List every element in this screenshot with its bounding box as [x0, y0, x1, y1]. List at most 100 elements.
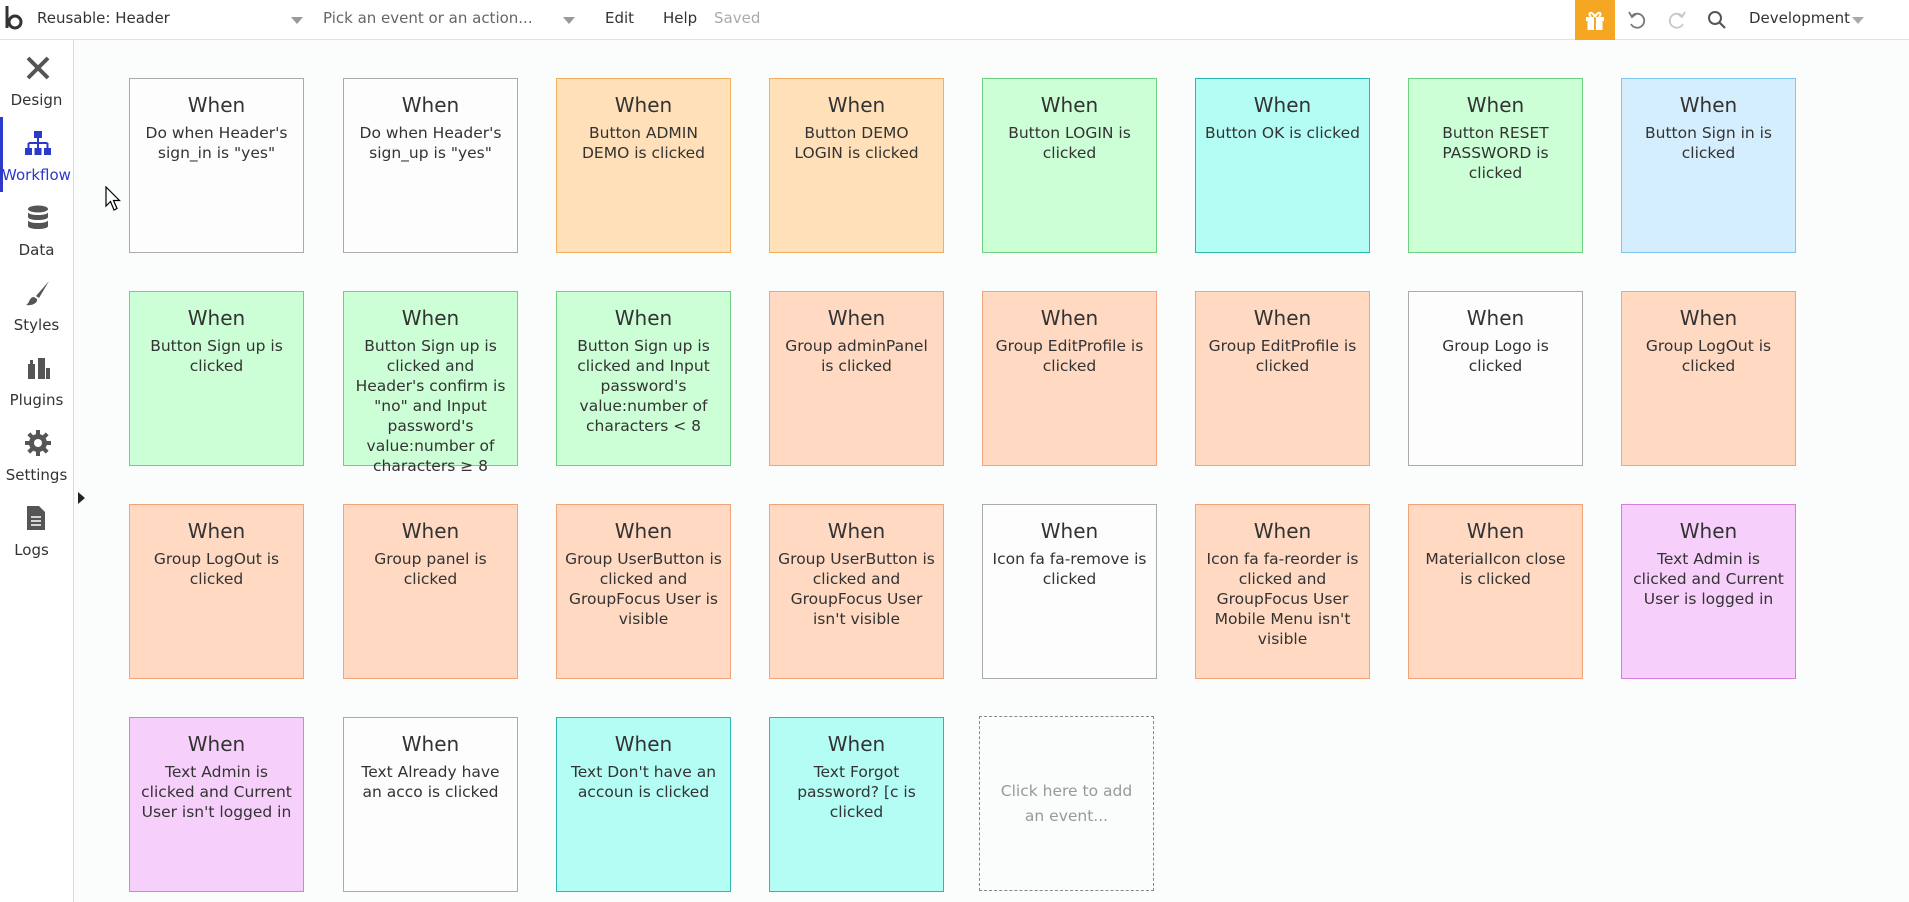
event-when-label: When: [1040, 519, 1099, 543]
event-when-label: When: [401, 306, 460, 330]
event-card[interactable]: When Button Sign up is clicked: [129, 291, 304, 466]
saved-status: Saved: [714, 9, 761, 27]
event-trigger-text: Icon fa fa-remove is clicked: [992, 550, 1147, 588]
event-when-label: When: [187, 732, 246, 756]
expand-panel-arrow-icon[interactable]: [78, 492, 85, 504]
event-card[interactable]: When Button LOGIN is clicked: [982, 78, 1157, 253]
sidebar-item-label: Settings: [5, 466, 68, 484]
sidebar-item-settings[interactable]: Settings: [0, 417, 73, 492]
event-when-label: When: [827, 732, 886, 756]
event-card[interactable]: When Button Sign in is clicked: [1621, 78, 1796, 253]
event-when-label: When: [401, 519, 460, 543]
search-icon[interactable]: [1706, 9, 1728, 31]
event-trigger-text: Button Sign up is clicked: [150, 337, 283, 375]
event-card[interactable]: When Button Sign up is clicked and Input …: [556, 291, 731, 466]
event-when-label: When: [614, 306, 673, 330]
event-when-label: When: [1466, 306, 1525, 330]
event-card[interactable]: When Button Sign up is clicked and Header…: [343, 291, 518, 475]
event-when-label: When: [187, 93, 246, 117]
redo-icon[interactable]: [1666, 9, 1688, 31]
sidebar-item-label: Design: [10, 91, 63, 109]
event-trigger-text: Group UserButton is clicked and GroupFoc…: [778, 550, 935, 628]
event-trigger-text: Button DEMO LOGIN is clicked: [794, 124, 919, 162]
sidebar-item-label: Workflow: [2, 166, 71, 184]
event-card[interactable]: When Text Forgot password? [c is clicked: [769, 717, 944, 892]
event-when-label: When: [401, 93, 460, 117]
event-when-label: When: [614, 732, 673, 756]
event-when-label: When: [1253, 306, 1312, 330]
event-trigger-text: Button Sign up is clicked and Input pass…: [577, 337, 710, 435]
left-sidebar: Design Workflow Data Styles Plugins Sett…: [0, 40, 74, 902]
design-icon: [26, 56, 50, 80]
event-card[interactable]: When Do when Header's sign_in is "yes": [129, 78, 304, 253]
event-trigger-text: Group EditProfile is clicked: [1208, 337, 1357, 375]
event-card[interactable]: When Icon fa fa-remove is clicked: [982, 504, 1157, 679]
event-when-label: When: [1679, 306, 1738, 330]
event-trigger-text: Group EditProfile is clicked: [995, 337, 1144, 375]
event-trigger-text: Group panel is clicked: [374, 550, 487, 588]
event-card[interactable]: When Group LogOut is clicked: [1621, 291, 1796, 466]
event-card[interactable]: When Group EditProfile is clicked: [982, 291, 1157, 466]
page-dropdown-chevron-down-icon[interactable]: [291, 17, 303, 24]
document-icon: [27, 506, 45, 530]
event-card[interactable]: When MaterialIcon close is clicked: [1408, 504, 1583, 679]
event-when-label: When: [614, 519, 673, 543]
event-card[interactable]: When Button DEMO LOGIN is clicked: [769, 78, 944, 253]
sidebar-item-plugins[interactable]: Plugins: [0, 342, 73, 417]
event-trigger-text: Group LogOut is clicked: [153, 550, 280, 588]
event-trigger-text: Do when Header's sign_in is "yes": [145, 124, 288, 162]
event-card[interactable]: When Group UserButton is clicked and Grou…: [769, 504, 944, 679]
event-card[interactable]: When Group panel is clicked: [343, 504, 518, 679]
event-when-label: When: [1679, 519, 1738, 543]
sidebar-item-label: Plugins: [9, 391, 64, 409]
event-card[interactable]: When Group adminPanel is clicked: [769, 291, 944, 466]
event-when-label: When: [187, 519, 246, 543]
sidebar-item-label: Styles: [13, 316, 60, 334]
event-trigger-text: Group LogOut is clicked: [1645, 337, 1772, 375]
event-card[interactable]: When Button OK is clicked: [1195, 78, 1370, 253]
page-selector-dropdown[interactable]: Reusable: Header: [37, 9, 170, 27]
event-card[interactable]: When Group EditProfile is clicked: [1195, 291, 1370, 466]
event-when-label: When: [614, 93, 673, 117]
event-card[interactable]: When Button ADMIN DEMO is clicked: [556, 78, 731, 253]
event-when-label: When: [827, 519, 886, 543]
edit-menu[interactable]: Edit: [605, 9, 634, 27]
help-menu[interactable]: Help: [663, 9, 697, 27]
sidebar-item-workflow[interactable]: Workflow: [0, 117, 73, 192]
event-when-label: When: [401, 732, 460, 756]
add-event-card[interactable]: Click here to add an event...: [979, 716, 1154, 891]
workflow-icon: [25, 131, 51, 155]
event-card[interactable]: When Text Don't have an accoun is clicked: [556, 717, 731, 892]
event-card[interactable]: When Group UserButton is clicked and Grou…: [556, 504, 731, 679]
event-trigger-text: Do when Header's sign_up is "yes": [359, 124, 502, 162]
sidebar-item-label: Logs: [14, 541, 49, 559]
event-when-label: When: [187, 306, 246, 330]
event-card[interactable]: When Group Logo is clicked: [1408, 291, 1583, 466]
event-card[interactable]: When Do when Header's sign_up is "yes": [343, 78, 518, 253]
event-trigger-text: Text Admin is clicked and Current User i…: [141, 763, 292, 821]
gear-icon: [25, 430, 51, 456]
environment-dropdown[interactable]: Development: [1749, 9, 1850, 27]
sidebar-item-logs[interactable]: Logs: [0, 492, 73, 567]
event-when-label: When: [1466, 519, 1525, 543]
undo-icon[interactable]: [1626, 9, 1648, 31]
event-when-label: When: [827, 93, 886, 117]
sidebar-item-label: Data: [18, 241, 55, 259]
sidebar-item-data[interactable]: Data: [0, 192, 73, 267]
event-card[interactable]: When Text Admin is clicked and Current Us…: [129, 717, 304, 892]
event-trigger-text: Button Sign in is clicked: [1644, 124, 1773, 162]
event-card[interactable]: When Text Admin is clicked and Current Us…: [1621, 504, 1796, 679]
event-trigger-text: Button Sign up is clicked and Header's c…: [355, 337, 506, 475]
sidebar-item-design[interactable]: Design: [0, 42, 73, 117]
gift-button[interactable]: [1575, 0, 1615, 40]
bubble-logo-icon[interactable]: [3, 4, 25, 32]
event-card[interactable]: When Text Already have an acco is clicked: [343, 717, 518, 892]
environment-chevron-down-icon[interactable]: [1852, 17, 1864, 24]
event-card[interactable]: When Group LogOut is clicked: [129, 504, 304, 679]
event-when-label: When: [1040, 306, 1099, 330]
event-picker-chevron-down-icon[interactable]: [563, 17, 575, 24]
sidebar-item-styles[interactable]: Styles: [0, 267, 73, 342]
event-action-picker[interactable]: Pick an event or an action...: [323, 9, 533, 27]
event-card[interactable]: When Icon fa fa-reorder is clicked and Gr…: [1195, 504, 1370, 679]
event-card[interactable]: When Button RESET PASSWORD is clicked: [1408, 78, 1583, 253]
